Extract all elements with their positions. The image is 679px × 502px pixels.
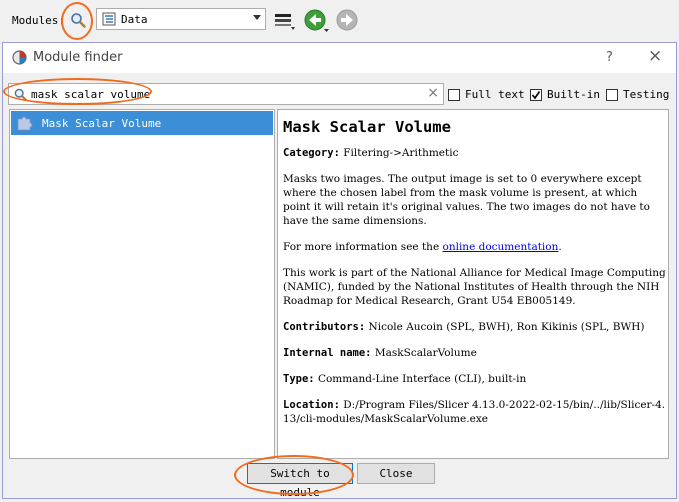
results-list[interactable]: Mask Scalar Volume bbox=[9, 109, 275, 459]
category-row: Category: Filtering->Arithmetic bbox=[283, 146, 667, 160]
internal-name-row: Internal name: MaskScalarVolume bbox=[283, 346, 667, 360]
more-info-prefix: For more information see the bbox=[283, 241, 443, 253]
more-info-suffix: . bbox=[558, 241, 562, 253]
contributors-label: Contributors: bbox=[283, 321, 366, 333]
dialog-title: Module finder bbox=[33, 50, 123, 65]
module-selector[interactable]: Data bbox=[96, 8, 266, 30]
contributors-row: Contributors: Nicole Aucoin (SPL, BWH), … bbox=[283, 320, 667, 334]
category-value: Filtering->Arithmetic bbox=[343, 147, 459, 159]
modules-label: Modules: bbox=[12, 14, 65, 27]
chevron-down-icon bbox=[253, 15, 261, 20]
puzzle-piece-icon bbox=[17, 116, 33, 131]
module-finder-button[interactable] bbox=[66, 9, 90, 31]
module-search-field[interactable]: mask scalar volume × bbox=[8, 83, 444, 105]
internal-name-value: MaskScalarVolume bbox=[374, 347, 477, 359]
history-list-icon bbox=[275, 14, 295, 30]
module-toolbar: Modules: Data bbox=[0, 0, 679, 40]
list-item-label: Mask Scalar Volume bbox=[42, 117, 162, 130]
internal-name-label: Internal name: bbox=[283, 347, 372, 359]
clear-icon[interactable]: × bbox=[427, 85, 439, 101]
contributors-value: Nicole Aucoin (SPL, BWH), Ron Kikinis (S… bbox=[368, 321, 645, 333]
built-in-label: Built-in bbox=[547, 88, 600, 101]
built-in-option[interactable]: Built-in bbox=[530, 88, 600, 101]
location-label: Location: bbox=[283, 399, 340, 411]
full-text-option[interactable]: Full text bbox=[448, 88, 525, 101]
type-value: Command-Line Interface (CLI), built-in bbox=[317, 373, 527, 385]
slicer-logo-icon bbox=[12, 50, 27, 65]
type-label: Type: bbox=[283, 373, 315, 385]
type-row: Type: Command-Line Interface (CLI), buil… bbox=[283, 372, 667, 386]
data-module-icon bbox=[102, 12, 116, 26]
acknowledgement-text: This work is part of the National Allian… bbox=[283, 267, 666, 307]
module-history-button[interactable] bbox=[274, 11, 296, 31]
search-input[interactable]: mask scalar volume bbox=[31, 88, 150, 101]
selected-module: Data bbox=[121, 13, 148, 26]
online-documentation-link[interactable]: online documentation bbox=[443, 241, 559, 253]
arrow-left-icon bbox=[304, 9, 329, 32]
switch-to-module-button[interactable]: Switch to module bbox=[247, 463, 353, 499]
checkmark-icon bbox=[531, 90, 541, 99]
testing-label: Testing bbox=[623, 88, 670, 101]
built-in-checkbox[interactable] bbox=[530, 88, 542, 101]
location-row: Location: D:/Program Files/Slicer 4.13.0… bbox=[283, 398, 667, 426]
module-title: Mask Scalar Volume bbox=[283, 118, 451, 136]
back-button[interactable] bbox=[304, 9, 330, 33]
full-text-label: Full text bbox=[465, 88, 525, 101]
description-text: Masks two images. The output image is se… bbox=[283, 173, 650, 227]
module-description-panel: Mask Scalar Volume Category: Filtering->… bbox=[277, 109, 669, 459]
search-icon bbox=[71, 13, 86, 28]
close-dialog-button[interactable]: × bbox=[648, 46, 662, 66]
close-button[interactable]: Close bbox=[357, 463, 435, 484]
more-info-row: For more information see the online docu… bbox=[283, 240, 667, 254]
testing-option[interactable]: Testing bbox=[606, 88, 669, 101]
help-button[interactable]: ? bbox=[606, 50, 613, 65]
category-label: Category: bbox=[283, 147, 340, 159]
search-icon bbox=[14, 88, 27, 101]
full-text-checkbox[interactable] bbox=[448, 88, 460, 101]
arrow-right-icon bbox=[336, 9, 358, 31]
list-item[interactable]: Mask Scalar Volume bbox=[11, 111, 273, 135]
forward-button[interactable] bbox=[336, 9, 360, 33]
module-finder-dialog: Module finder ? × mask scalar volume × F… bbox=[2, 42, 677, 499]
location-value: D:/Program Files/Slicer 4.13.0-2022-02-1… bbox=[283, 399, 666, 425]
dialog-titlebar: Module finder ? × bbox=[3, 43, 676, 73]
testing-checkbox[interactable] bbox=[606, 88, 618, 101]
